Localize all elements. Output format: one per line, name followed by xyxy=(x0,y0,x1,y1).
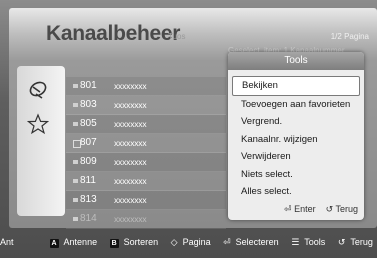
channel-name: xxxxxxxx xyxy=(114,138,147,148)
channel-name: xxxxxxxx xyxy=(114,100,147,110)
row-marker xyxy=(73,103,78,107)
enter-icon: ⏎ xyxy=(223,237,231,247)
bottom-left-label: Ant xyxy=(0,237,14,247)
pagina-button[interactable]: ◇ Pagina xyxy=(171,237,218,247)
enter-label: Enter xyxy=(294,204,316,214)
channel-number: 803 xyxy=(80,99,97,110)
tools-popup: Tools Bekijken Toevoegen aan favorieten … xyxy=(228,52,364,220)
row-marker xyxy=(73,122,78,126)
channel-number: 805 xyxy=(80,118,97,129)
channel-row[interactable]: 803 xxxxxxxx xyxy=(66,96,226,115)
channel-name: xxxxxxxx xyxy=(114,195,147,205)
b-key-icon: B xyxy=(109,239,119,248)
enter-icon: ⏎ xyxy=(284,204,292,214)
row-marker xyxy=(73,160,78,164)
channel-number: 814 xyxy=(80,213,97,224)
channel-name: xxxxxxxx xyxy=(114,176,147,186)
tools-item-add-favorite[interactable]: Toevoegen aan favorieten xyxy=(232,96,360,114)
antenne-button[interactable]: A Antenne xyxy=(49,237,105,248)
page-subtitle: Tuos xyxy=(168,32,186,41)
terug-button[interactable]: ↺ Terug xyxy=(338,237,377,247)
sorteren-button[interactable]: B Sorteren xyxy=(109,237,166,248)
tools-item-bekijken[interactable]: Bekijken xyxy=(232,76,360,96)
channel-name: xxxxxxxx xyxy=(114,157,147,167)
channel-row[interactable]: 811 xxxxxxxx xyxy=(66,172,226,191)
back-button[interactable]: ↺ Terug xyxy=(326,204,358,215)
channel-row[interactable]: 805 xxxxxxxx xyxy=(66,115,226,134)
terug-label: Terug xyxy=(350,237,373,247)
channel-number: 801 xyxy=(80,80,97,91)
channel-number: 811 xyxy=(80,175,96,186)
channel-number: 813 xyxy=(80,194,97,205)
page-indicator: 1/2 Pagina xyxy=(330,32,369,41)
satellite-dish-icon[interactable] xyxy=(26,78,50,102)
tools-button[interactable]: ☰ Tools xyxy=(291,237,333,247)
row-marker xyxy=(73,179,78,183)
return-icon: ↺ xyxy=(337,237,346,247)
selecteren-label: Selecteren xyxy=(235,237,279,247)
channel-list: 801 xxxxxxxx 803 xxxxxxxx 805 xxxxxxxx 8… xyxy=(66,77,226,229)
channel-row[interactable]: 801 xxxxxxxx xyxy=(66,77,226,96)
tools-label: Tools xyxy=(304,237,326,247)
row-marker xyxy=(73,84,78,88)
up-down-icon: ◇ xyxy=(170,237,178,247)
tools-title: Tools xyxy=(228,52,364,70)
star-icon[interactable] xyxy=(26,112,50,136)
channel-number: 809 xyxy=(80,156,97,167)
row-marker xyxy=(73,198,78,202)
tools-icon: ☰ xyxy=(291,237,300,247)
channel-row[interactable]: 809 xxxxxxxx xyxy=(66,153,226,172)
channel-name: xxxxxxxx xyxy=(114,119,147,129)
channel-row[interactable]: 814 xxxxxxxx xyxy=(66,210,226,229)
row-marker xyxy=(73,217,78,221)
screen: Kanaalbeheer Tuos 1/2 Pagina Geselect. i… xyxy=(0,0,377,258)
page-title: Kanaalbeheer xyxy=(46,22,181,45)
tools-item-select-all[interactable]: Alles select. xyxy=(232,183,360,201)
return-icon: ↺ xyxy=(325,204,334,214)
a-key-icon: A xyxy=(49,239,59,248)
pagina-label: Pagina xyxy=(182,237,211,247)
tools-item-change-number[interactable]: Kanaalnr. wijzigen xyxy=(232,131,360,149)
back-label: Terug xyxy=(335,204,358,214)
enter-button[interactable]: ⏎ Enter xyxy=(284,204,316,215)
channel-number: 807 xyxy=(80,137,97,148)
tools-item-delete[interactable]: Verwijderen xyxy=(232,148,360,166)
channel-row[interactable]: 813 xxxxxxxx xyxy=(66,191,226,210)
bottom-bar: Ant A Antenne B Sorteren ◇ Pagina ⏎ Selecter… xyxy=(0,232,377,252)
tools-item-deselect-all[interactable]: Niets select. xyxy=(232,166,360,184)
antenne-label: Antenne xyxy=(63,237,98,247)
channel-name: xxxxxxxx xyxy=(114,81,147,91)
tools-footer: ⏎ Enter ↺ Terug xyxy=(284,204,358,215)
tools-item-lock[interactable]: Vergrend. xyxy=(232,113,360,131)
channel-row[interactable]: 807 xxxxxxxx xyxy=(66,134,226,153)
sorteren-label: Sorteren xyxy=(123,237,159,247)
selecteren-button[interactable]: ⏎ Selecteren xyxy=(223,237,286,247)
channel-name: xxxxxxxx xyxy=(114,214,147,224)
